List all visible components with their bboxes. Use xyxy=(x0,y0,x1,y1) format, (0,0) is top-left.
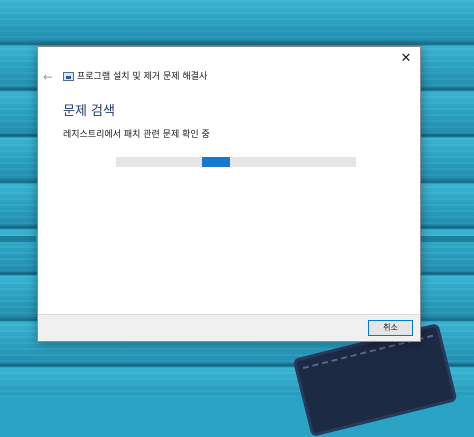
page-heading: 문제 검색 xyxy=(63,104,115,119)
dialog-footer: 취소 xyxy=(38,314,420,341)
cancel-button[interactable]: 취소 xyxy=(368,320,413,336)
progress-indicator xyxy=(202,157,230,167)
progress-bar xyxy=(116,157,356,167)
troubleshooter-app-icon xyxy=(63,72,74,81)
arrow-left-icon: ← xyxy=(43,70,54,84)
troubleshooter-dialog: ✕ ← 프로그램 설치 및 제거 문제 해결사 문제 검색 레지스트리에서 패치… xyxy=(37,46,421,342)
close-icon: ✕ xyxy=(400,51,412,66)
window-title: 프로그램 설치 및 제거 문제 해결사 xyxy=(77,72,208,82)
back-button[interactable]: ← xyxy=(43,70,55,84)
status-text: 레지스트리에서 패치 관련 문제 확인 중 xyxy=(63,130,210,140)
plank-seam xyxy=(421,236,474,242)
close-button[interactable]: ✕ xyxy=(398,51,414,67)
plank-seam xyxy=(0,236,36,242)
